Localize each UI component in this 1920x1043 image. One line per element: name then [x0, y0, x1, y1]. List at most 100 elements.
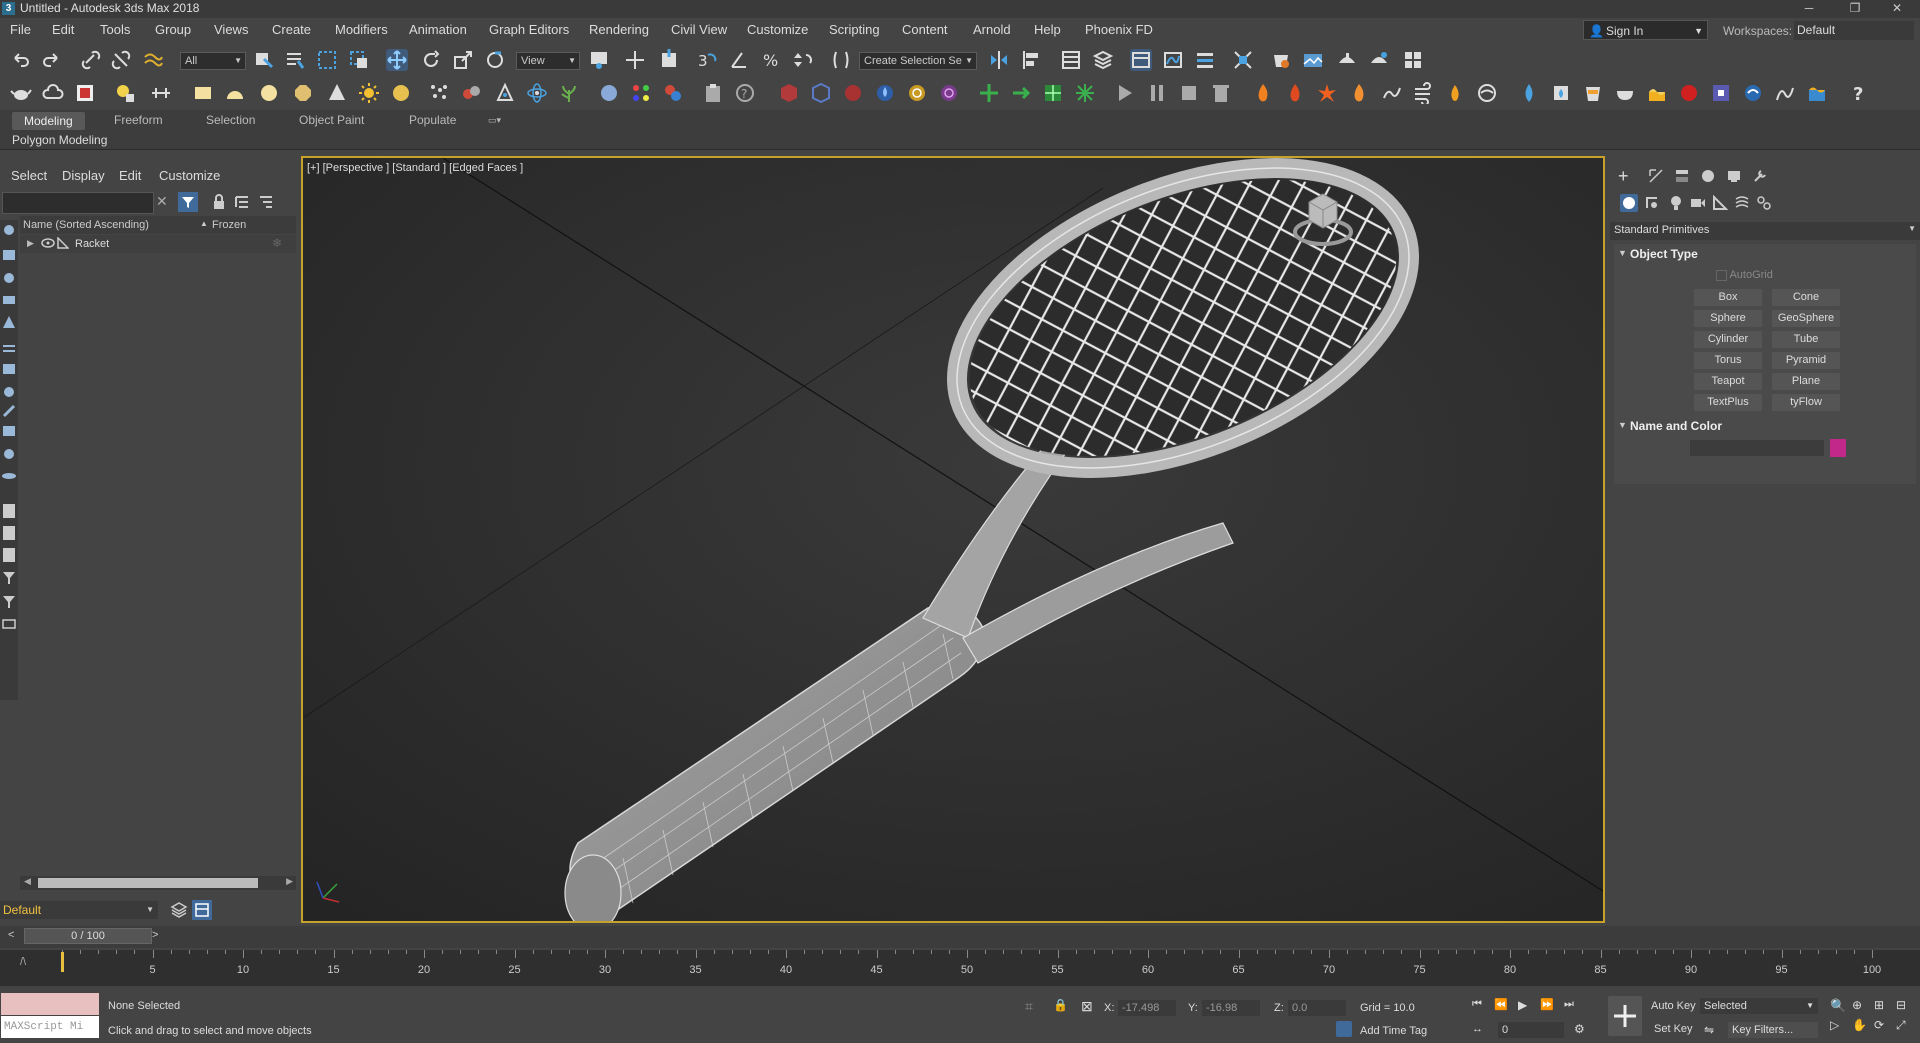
select-object-icon[interactable]	[252, 49, 274, 71]
go-to-end-icon[interactable]: ⏭	[1564, 998, 1574, 1011]
motion-tab-icon[interactable]	[1700, 168, 1716, 187]
display-tab-icon[interactable]	[1726, 168, 1742, 187]
explorer-tab-edit[interactable]: Edit	[119, 168, 141, 183]
modify-tab-icon[interactable]	[1648, 168, 1664, 187]
percent-snap-icon[interactable]: %	[760, 49, 782, 71]
selection-filter-dropdown[interactable]: All ▼	[180, 52, 246, 70]
scene-explorer-icon[interactable]	[1060, 49, 1082, 71]
menu-edit[interactable]: Edit	[52, 22, 74, 37]
blue-cube-icon[interactable]	[810, 82, 832, 104]
pyramid-button[interactable]: Pyramid	[1772, 352, 1840, 369]
render-cloud-icon[interactable]	[1402, 49, 1424, 71]
autogrid-checkbox[interactable]: AutoGrid	[1716, 269, 1773, 281]
box-icon[interactable]	[192, 82, 214, 104]
checkbox-box[interactable]	[1716, 269, 1727, 281]
tyflow-button[interactable]: tyFlow	[1772, 394, 1840, 411]
add-time-tag[interactable]: Add Time Tag	[1360, 1025, 1427, 1037]
next-frame-icon[interactable]: ⏩	[1540, 998, 1554, 1011]
stop-icon[interactable]	[1178, 82, 1200, 104]
minimize-button[interactable]: ─	[1786, 0, 1832, 18]
menu-help[interactable]: Help	[1034, 22, 1061, 37]
slider-prev-icon[interactable]: <	[8, 929, 14, 941]
reference-coord-dropdown[interactable]: View ▼	[516, 52, 580, 70]
pause-icon[interactable]	[1146, 82, 1168, 104]
sky-light-icon[interactable]	[390, 82, 412, 104]
tab-freeform[interactable]: Freeform	[114, 113, 163, 127]
visibility-eye-icon[interactable]	[41, 237, 55, 252]
menu-arnold[interactable]: Arnold	[973, 22, 1011, 37]
orbit-icon[interactable]: ⟳	[1874, 1018, 1884, 1032]
smoke-icon[interactable]	[1380, 82, 1402, 104]
scroll-left-icon[interactable]: ◀	[24, 876, 31, 887]
layer-explorer-icon[interactable]	[1092, 49, 1114, 71]
blue-swirl-icon[interactable]	[1742, 82, 1764, 104]
menu-views[interactable]: Views	[214, 22, 248, 37]
utilities-tab-icon[interactable]	[1752, 168, 1768, 187]
window-crossing-icon[interactable]	[348, 49, 370, 71]
menu-animation[interactable]: Animation	[409, 22, 467, 37]
fire-icon[interactable]	[1252, 82, 1274, 104]
fire-burst-icon[interactable]	[1316, 82, 1338, 104]
track-bar[interactable]: /\ 5 10 15 20 25 30 35 40 45 50 55 60 65 70 75 80 85 90 95…	[0, 950, 1920, 986]
teapot-button[interactable]: Teapot	[1694, 373, 1762, 390]
layer-dropdown[interactable]: Default ▼	[0, 901, 158, 919]
vortex-icon[interactable]	[1476, 82, 1498, 104]
fire-grid-icon[interactable]	[1348, 82, 1370, 104]
rotate-icon[interactable]	[420, 49, 442, 71]
blue-drop-icon[interactable]	[874, 82, 896, 104]
helpers-category-icon[interactable]	[1712, 194, 1729, 214]
systems-category-icon[interactable]	[1756, 195, 1772, 214]
red-cube-icon[interactable]	[778, 82, 800, 104]
select-manipulate-icon[interactable]	[624, 49, 646, 71]
maxscript-mini-input[interactable]: MAXScript Mi	[1, 1016, 99, 1038]
ribbon-options-icon[interactable]: ▭▾	[488, 115, 501, 126]
scroll-right-icon[interactable]: ▶	[286, 876, 293, 887]
unlink-icon[interactable]	[110, 49, 132, 71]
viewport-perspective[interactable]: [+] [Perspective ] [Standard ] [Edged Fa…	[301, 156, 1605, 923]
object-name[interactable]: Racket	[75, 238, 109, 250]
cone-icon[interactable]	[326, 82, 348, 104]
lock-icon[interactable]	[212, 194, 226, 213]
undo-icon[interactable]	[10, 49, 32, 71]
maximize-viewport-icon[interactable]: ⤢	[1896, 1018, 1906, 1033]
play-animation-icon[interactable]: ▶	[1518, 998, 1527, 1012]
plane-button[interactable]: Plane	[1772, 373, 1840, 390]
trash-icon[interactable]	[1210, 82, 1232, 104]
hemisphere-icon[interactable]	[224, 82, 246, 104]
geosphere-button[interactable]: GeoSphere	[1772, 310, 1840, 327]
key-mode-icon[interactable]: ↔	[1472, 1023, 1483, 1035]
object-type-title[interactable]: Object Type	[1630, 247, 1698, 261]
tube-button[interactable]: Tube	[1772, 331, 1840, 348]
lights-category-icon[interactable]	[1668, 195, 1684, 214]
default-key-button[interactable]	[1608, 996, 1642, 1036]
expand-arrow-icon[interactable]: ▶	[27, 238, 34, 249]
help-circle-icon[interactable]: ?	[734, 82, 756, 104]
light-list-icon[interactable]	[114, 82, 136, 104]
space-warps-category-icon[interactable]	[1734, 195, 1750, 214]
viewport-label[interactable]: [+] [Perspective ] [Standard ] [Edged Fa…	[307, 162, 523, 174]
cloud-icon[interactable]	[42, 82, 64, 104]
rollout-collapse-icon[interactable]: ▼	[1618, 248, 1627, 258]
explorer-tab-display[interactable]: Display	[62, 168, 105, 183]
maxscript-listener[interactable]	[1, 993, 99, 1015]
render-frame-icon[interactable]	[74, 82, 96, 104]
column-name-label[interactable]: Name (Sorted Ascending)	[23, 219, 149, 231]
absolute-mode-icon[interactable]: ⊠	[1081, 998, 1093, 1015]
curve-editor-icon[interactable]	[1162, 49, 1184, 71]
workspace-dropdown[interactable]: Default	[1794, 21, 1914, 40]
sign-in-dropdown[interactable]: 👤 Sign In ▼	[1583, 20, 1708, 40]
cameras-category-icon[interactable]	[1690, 195, 1706, 214]
time-tag-icon[interactable]	[1336, 1021, 1352, 1037]
schematic-view-icon[interactable]	[1194, 49, 1216, 71]
particle-icon[interactable]	[428, 82, 450, 104]
explorer-tab-customize[interactable]: Customize	[159, 168, 220, 183]
spinner-snap-icon[interactable]	[792, 49, 814, 71]
bucket-icon[interactable]	[1582, 82, 1604, 104]
menu-file[interactable]: File	[10, 22, 31, 37]
zoom-extents-icon[interactable]: ⊞	[1874, 998, 1884, 1012]
filter-icon[interactable]	[178, 192, 198, 212]
time-slider-thumb[interactable]: 0 / 100	[24, 928, 152, 944]
spacing-tool-icon[interactable]	[150, 82, 172, 104]
sphere-icon[interactable]	[258, 82, 280, 104]
green-grid-icon[interactable]	[1042, 82, 1064, 104]
